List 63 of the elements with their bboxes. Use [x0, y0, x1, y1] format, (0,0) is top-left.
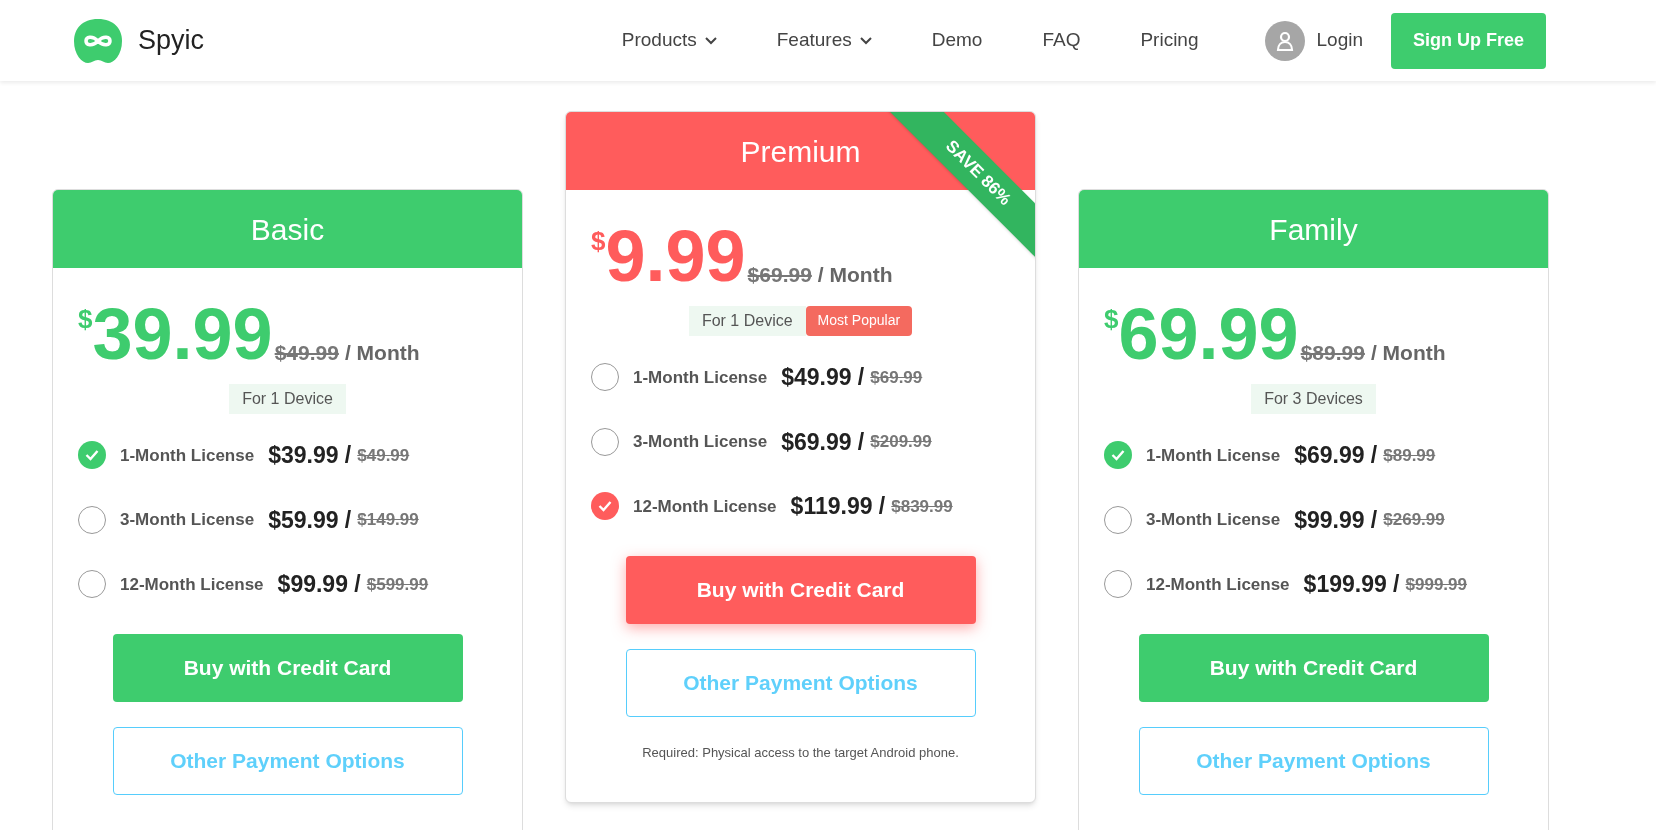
device-tag: For 1 Device [229, 384, 346, 414]
nav-link[interactable]: Features [776, 26, 872, 55]
license-price: $39.99 / [268, 441, 352, 470]
currency-sign: $ [591, 225, 606, 256]
license-old-price: $839.99 [891, 495, 953, 518]
license-price: $69.99 / [1294, 441, 1378, 470]
check-icon [598, 500, 612, 513]
old-price: $69.99 [747, 261, 812, 288]
license-price: $99.99 / [277, 570, 361, 599]
popular-badge: Most Popular [805, 306, 913, 336]
license-old-price: $69.99 [870, 366, 923, 389]
nav-link[interactable]: Pricing [1140, 26, 1199, 55]
plan-price: 9.99 [605, 220, 746, 292]
license-label: 3-Month License [633, 431, 768, 453]
chevron-down-icon [704, 36, 717, 45]
logo-icon [72, 16, 124, 65]
license-old-price: $269.99 [1383, 509, 1445, 531]
license-price: $49.99 / [781, 363, 865, 392]
license-label: 12-Month License [120, 573, 264, 596]
license-old-price: $89.99 [1383, 444, 1436, 467]
license-old-price: $149.99 [357, 509, 419, 531]
user-icon [1264, 20, 1305, 61]
device-tag: For 3 Devices [1251, 384, 1376, 414]
license-label: 1-Month License [633, 366, 768, 389]
period-text: / Month [1370, 339, 1446, 366]
license-label: 1-Month License [120, 444, 255, 467]
check-icon [1111, 449, 1125, 462]
license-price: $199.99 / [1303, 570, 1400, 599]
plan-header: Family [1079, 190, 1548, 268]
period-text: / Month [344, 339, 420, 366]
nav-link[interactable]: FAQ [1042, 26, 1081, 55]
nav-link[interactable]: Demo [931, 26, 983, 55]
license-old-price: $599.99 [366, 573, 429, 596]
plan-price: 69.99 [1118, 298, 1299, 370]
license-old-price: $49.99 [357, 444, 410, 467]
currency-sign: $ [78, 303, 93, 334]
nav-link[interactable]: Products [621, 26, 717, 55]
plan-header: Basic [53, 190, 522, 268]
license-old-price: $209.99 [870, 431, 932, 453]
radio-button[interactable] [78, 441, 106, 470]
requirement-note: Required: Physical access to the target Android phone. [642, 743, 959, 762]
brand-name[interactable]: Spyic [138, 20, 205, 61]
license-price: $119.99 / [790, 492, 886, 521]
license-price: $69.99 / [781, 427, 865, 457]
license-old-price: $999.99 [1405, 573, 1467, 596]
plan-price: 39.99 [92, 298, 273, 370]
period-text: / Month [817, 261, 893, 288]
license-label: 12-Month License [1146, 573, 1290, 596]
currency-sign: $ [1104, 303, 1119, 334]
license-price: $99.99 / [1294, 505, 1378, 535]
license-label: 3-Month License [120, 509, 255, 531]
license-label: 12-Month License [633, 495, 777, 518]
login-link[interactable]: Login [1316, 26, 1363, 55]
license-price: $59.99 / [268, 505, 352, 535]
radio-button[interactable] [591, 492, 619, 521]
chevron-down-icon [859, 36, 872, 45]
license-label: 1-Month License [1146, 444, 1281, 467]
check-icon [85, 449, 99, 462]
device-tag: For 1 Device [688, 306, 806, 336]
old-price: $89.99 [1300, 339, 1365, 366]
license-label: 3-Month License [1146, 509, 1281, 531]
old-price: $49.99 [274, 339, 339, 366]
radio-button[interactable] [1104, 441, 1132, 470]
